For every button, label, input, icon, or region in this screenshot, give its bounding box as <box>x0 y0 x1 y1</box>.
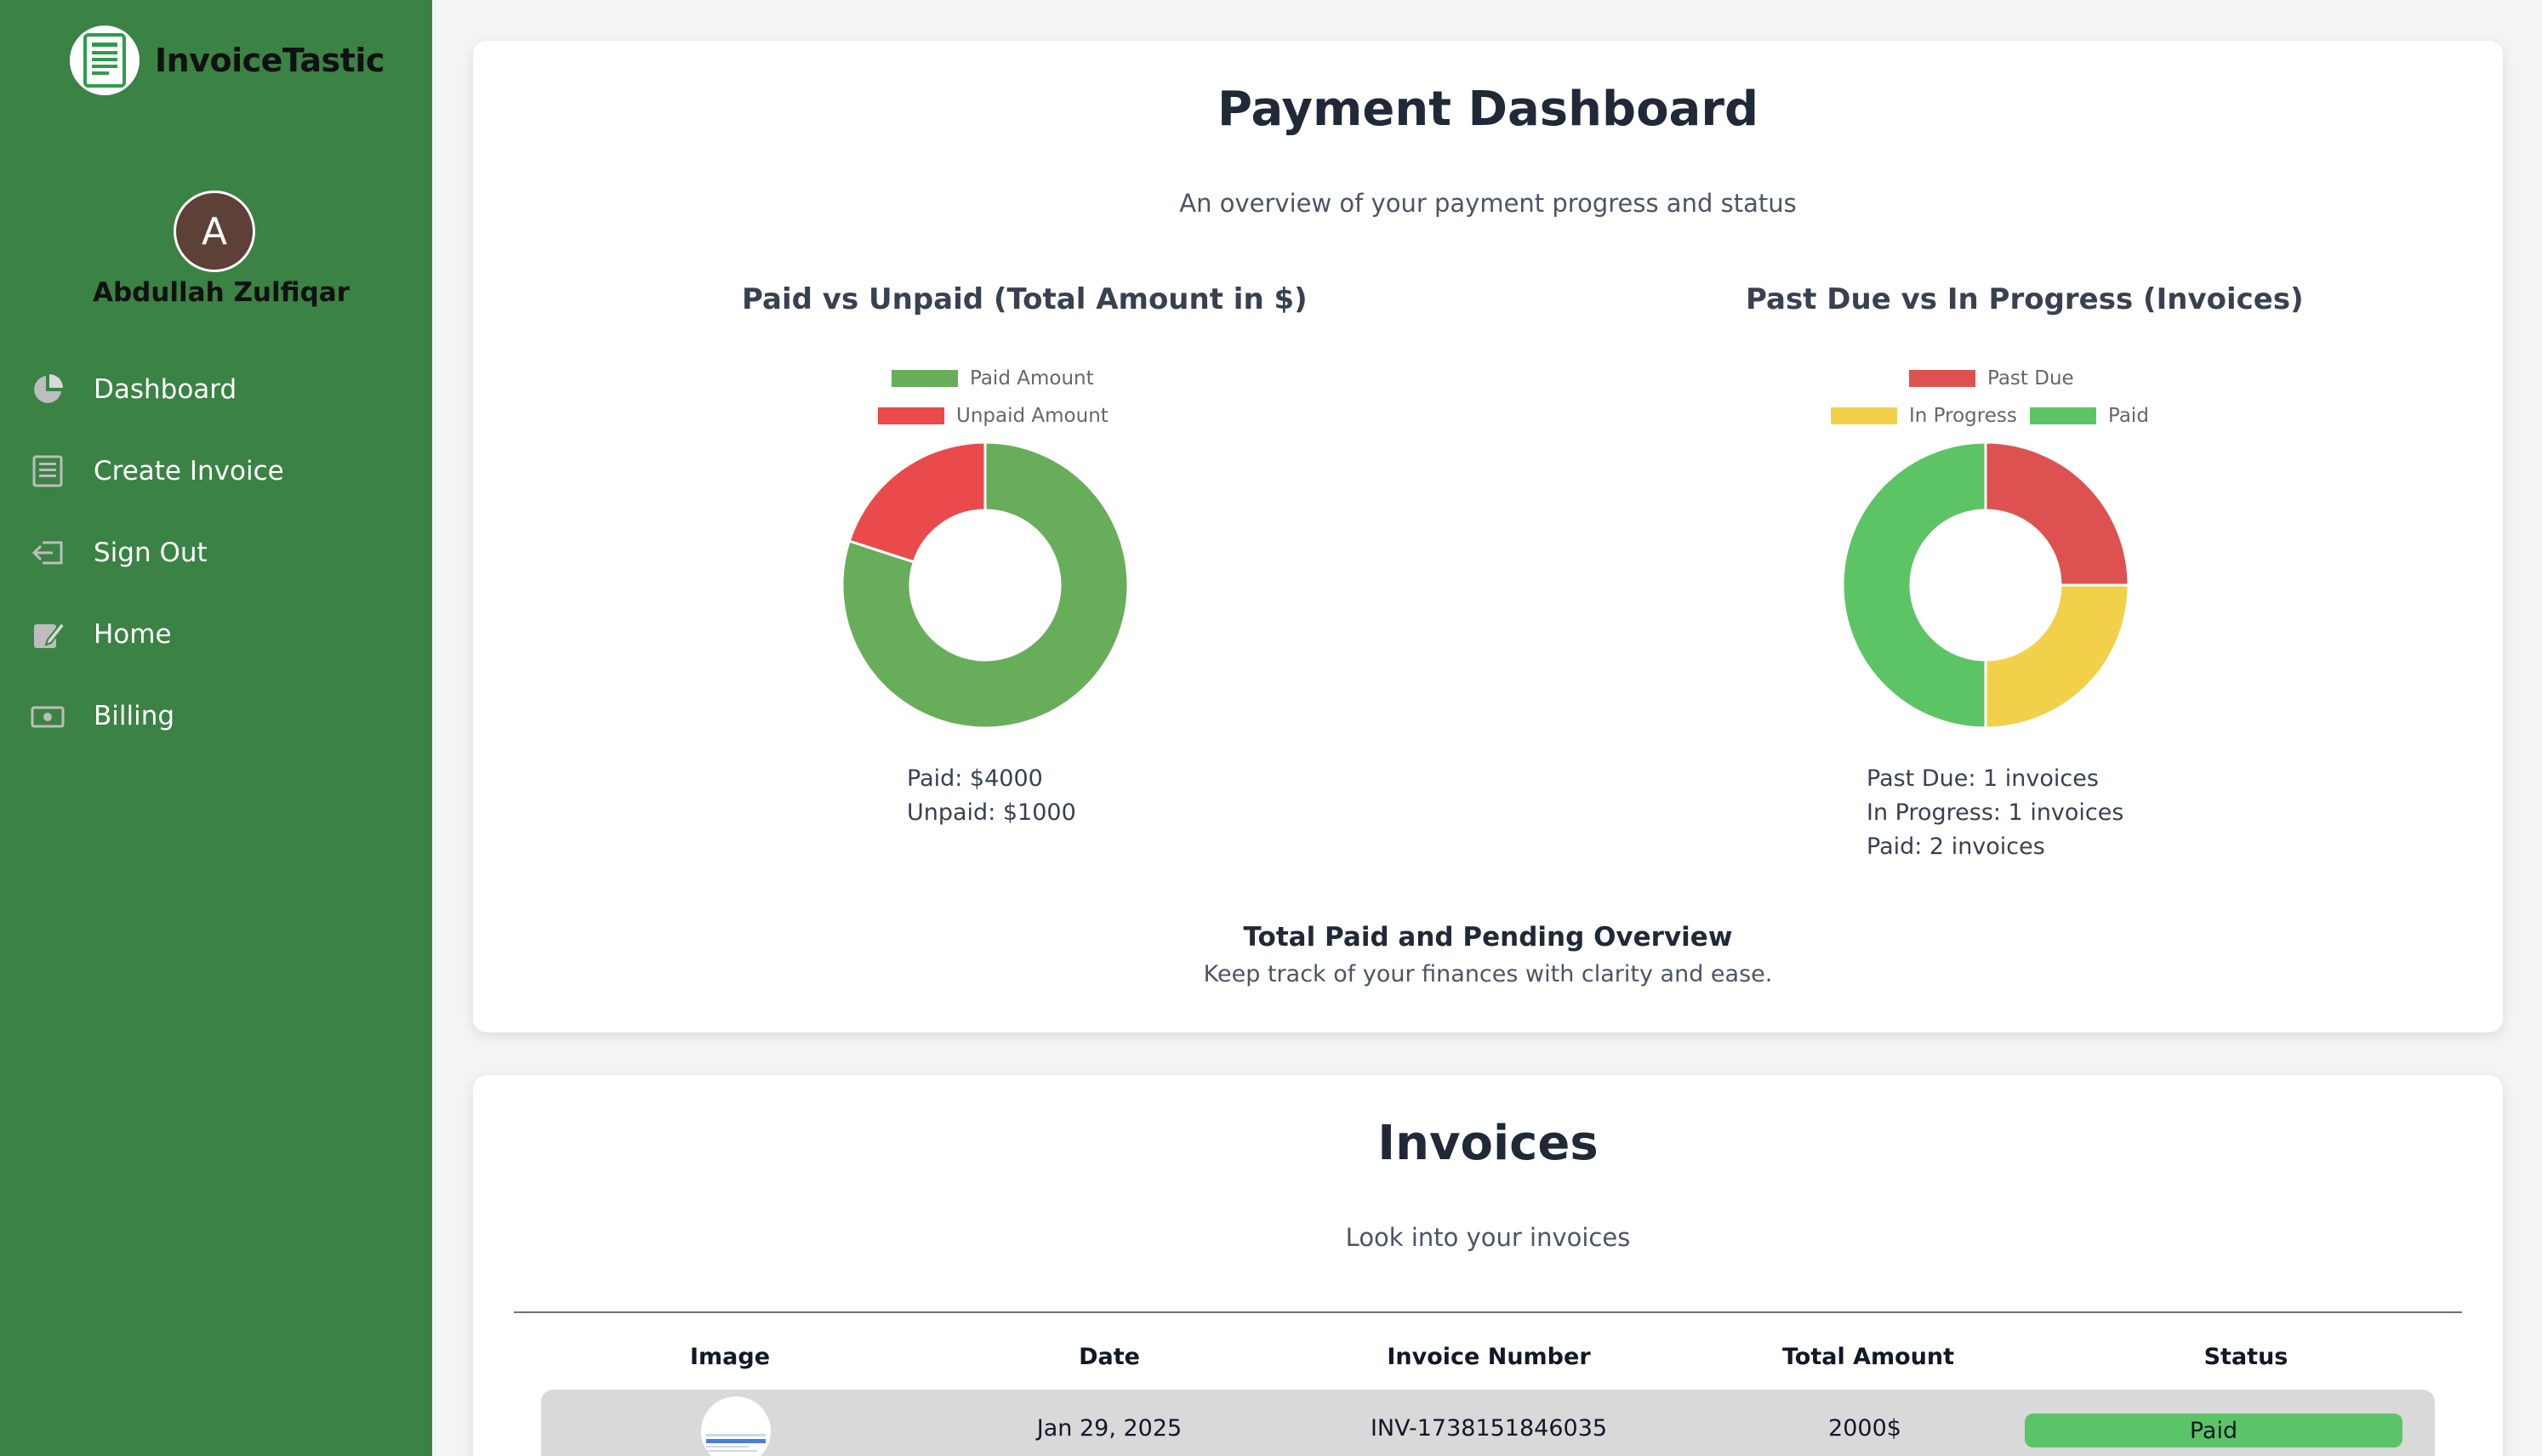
invoice-number: INV-1738151846035 <box>1370 1415 1608 1442</box>
page-title: Payment Dashboard <box>1217 82 1759 137</box>
legend-past-due[interactable]: Past Due <box>1909 367 2074 390</box>
invoice-thumbnail[interactable] <box>701 1396 771 1456</box>
app-name: InvoiceTastic <box>155 42 385 79</box>
sign-out-icon <box>29 534 66 572</box>
chart-title-past-due-progress: Past Due vs In Progress (Invoices) <box>1746 282 2304 316</box>
legend-swatch <box>1831 407 1897 424</box>
legend-unpaid-amount[interactable]: Unpaid Amount <box>878 405 1109 427</box>
legend-swatch <box>2030 407 2096 424</box>
chart-summary-paid-unpaid: Paid: $4000 Unpaid: $1000 <box>907 762 1076 830</box>
sidebar-nav: Dashboard Create Invoice Sign Out Home B… <box>29 349 284 757</box>
document-icon <box>29 452 66 490</box>
column-header-status: Status <box>2203 1344 2288 1370</box>
payment-dashboard-card: Payment Dashboard An overview of your pa… <box>473 41 2503 1032</box>
sidebar-item-sign-out[interactable]: Sign Out <box>29 512 284 594</box>
invoices-subtitle: Look into your invoices <box>1345 1223 1631 1252</box>
sidebar-item-label: Dashboard <box>94 374 237 405</box>
money-icon <box>29 697 66 735</box>
chart-summary-past-due-progress: Past Due: 1 invoices In Progress: 1 invo… <box>1867 762 2123 864</box>
sidebar-item-dashboard[interactable]: Dashboard <box>29 349 284 430</box>
chart-title-paid-unpaid: Paid vs Unpaid (Total Amount in $) <box>742 282 1308 316</box>
sidebar-item-billing[interactable]: Billing <box>29 675 284 757</box>
invoices-card: Invoices Look into your invoices Image D… <box>473 1075 2503 1456</box>
table-divider <box>514 1311 2462 1313</box>
invoice-total-amount: 2000$ <box>1828 1415 1901 1442</box>
legend-swatch <box>1909 370 1975 387</box>
legend-label: Past Due <box>1987 367 2074 390</box>
legend-label: Paid Amount <box>970 367 1094 390</box>
legend-in-progress[interactable]: In Progress <box>1831 405 2017 427</box>
sidebar-item-create-invoice[interactable]: Create Invoice <box>29 430 284 512</box>
overview-title: Total Paid and Pending Overview <box>1243 922 1733 953</box>
legend-label: Paid <box>2108 405 2149 427</box>
edit-icon <box>29 616 66 653</box>
invoice-logo-icon <box>70 26 140 95</box>
sidebar-item-label: Home <box>94 619 172 650</box>
sidebar-item-label: Billing <box>94 701 175 731</box>
avatar[interactable]: A <box>174 191 255 272</box>
invoice-date: Jan 29, 2025 <box>1036 1415 1183 1442</box>
donut-chart-paid-unpaid[interactable] <box>841 441 1130 730</box>
overview-subtitle: Keep track of your finances with clarity… <box>1203 961 1773 987</box>
summary-unpaid: Unpaid: $1000 <box>907 799 1076 826</box>
legend-swatch <box>892 370 958 387</box>
donut-chart-past-due-progress[interactable] <box>1841 441 2130 730</box>
donut-slice-unpaid-amount[interactable] <box>847 441 987 564</box>
legend-swatch <box>878 407 944 424</box>
summary-past-due: Past Due: 1 invoices <box>1867 765 2099 792</box>
user-name: Abdullah Zulfiqar <box>92 277 351 308</box>
status-badge: Paid <box>2025 1413 2402 1447</box>
pie-chart-icon <box>29 371 66 408</box>
brand[interactable]: InvoiceTastic <box>70 26 385 95</box>
summary-paid: Paid: 2 invoices <box>1867 833 2045 860</box>
legend-paid[interactable]: Paid <box>2030 405 2149 427</box>
table-row[interactable]: Jan 29, 2025 INV-1738151846035 2000$ Pai… <box>541 1390 2435 1456</box>
sidebar: InvoiceTastic A Abdullah Zulfiqar Dashbo… <box>0 0 432 1456</box>
invoices-title: Invoices <box>1377 1116 1599 1171</box>
column-header-image: Image <box>689 1344 771 1370</box>
summary-paid: Paid: $4000 <box>907 765 1043 792</box>
sidebar-item-home[interactable]: Home <box>29 594 284 675</box>
donut-slice-in-progress[interactable] <box>1984 583 2130 730</box>
column-header-invoice-number: Invoice Number <box>1387 1344 1591 1370</box>
donut-slice-past-due[interactable] <box>1984 441 2130 587</box>
sidebar-item-label: Create Invoice <box>94 456 284 486</box>
column-header-total-amount: Total Amount <box>1781 1344 1955 1370</box>
sidebar-item-label: Sign Out <box>94 537 208 568</box>
summary-in-progress: In Progress: 1 invoices <box>1867 799 2124 826</box>
legend-label: In Progress <box>1909 405 2017 427</box>
page-subtitle: An overview of your payment progress and… <box>1179 189 1797 218</box>
donut-slice-paid[interactable] <box>1841 441 1987 730</box>
column-header-date: Date <box>1079 1344 1140 1370</box>
legend-label: Unpaid Amount <box>956 405 1109 427</box>
legend-paid-amount[interactable]: Paid Amount <box>892 367 1094 390</box>
